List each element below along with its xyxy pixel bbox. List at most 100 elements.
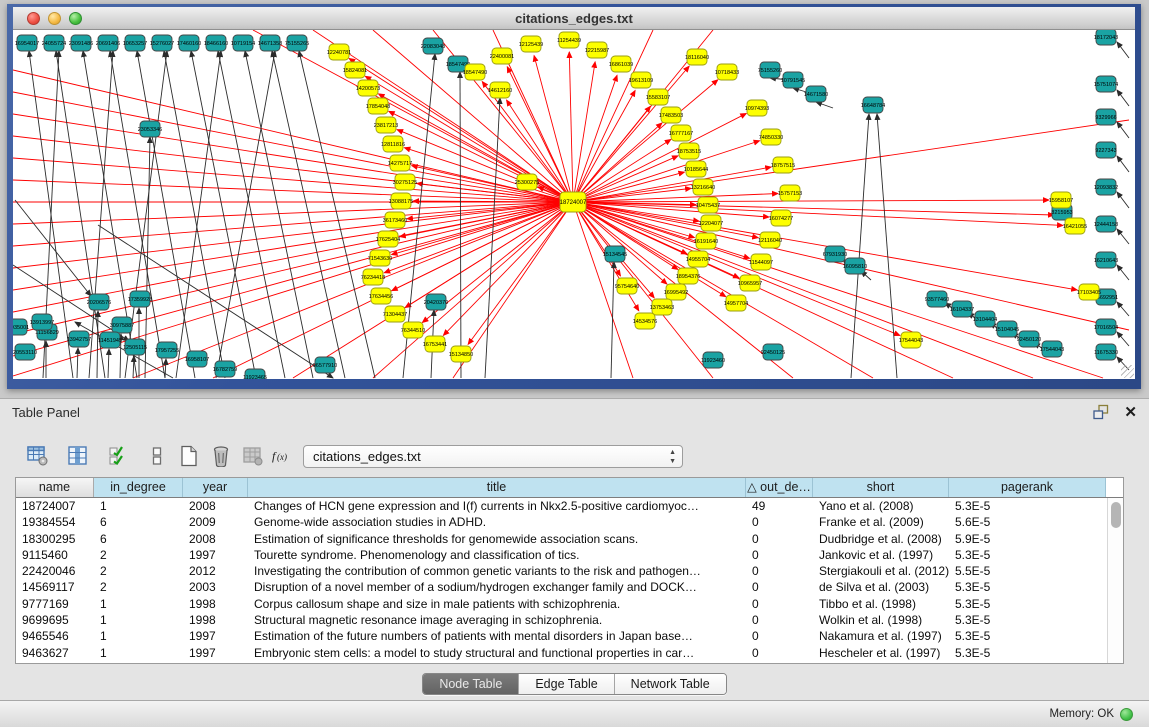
delete-table-icon[interactable]: [207, 442, 234, 469]
table-cell[interactable]: 1: [94, 498, 183, 514]
table-cell[interactable]: 2008: [183, 531, 248, 547]
table-cell[interactable]: Disruption of a novel member of a sodium…: [248, 579, 746, 595]
table-cell[interactable]: 1: [94, 596, 183, 612]
table-row[interactable]: 1872400712008Changes of HCN gene express…: [16, 498, 1123, 514]
new-table-icon[interactable]: [175, 442, 202, 469]
merge-rows-icon[interactable]: [143, 442, 170, 469]
table-cell[interactable]: Corpus callosum shape and size in male p…: [248, 596, 746, 612]
table-cell[interactable]: Stergiakouli et al. (2012): [813, 563, 949, 579]
table-cell[interactable]: Hescheler et al. (1997): [813, 645, 949, 661]
column-header-title[interactable]: title: [248, 478, 746, 497]
table-cell[interactable]: 0: [746, 514, 813, 530]
table-cell[interactable]: 0: [746, 628, 813, 644]
table-cell[interactable]: 2012: [183, 563, 248, 579]
table-cell[interactable]: 5.3E-5: [949, 628, 1106, 644]
table-cell[interactable]: Tourette syndrome. Phenomenology and cla…: [248, 547, 746, 563]
table-cell[interactable]: 2: [94, 563, 183, 579]
window-resize-grip[interactable]: [1121, 365, 1134, 378]
column-header-year[interactable]: year: [183, 478, 248, 497]
table-cell[interactable]: 19384554: [16, 514, 94, 530]
table-cell[interactable]: 2: [94, 579, 183, 595]
table-cell[interactable]: 6: [94, 514, 183, 530]
table-cell[interactable]: Franke et al. (2009): [813, 514, 949, 530]
table-cell[interactable]: 22420046: [16, 563, 94, 579]
table-cell[interactable]: 9465546: [16, 628, 94, 644]
table-cell[interactable]: 5.3E-5: [949, 645, 1106, 661]
table-cell[interactable]: Yano et al. (2008): [813, 498, 949, 514]
table-cell[interactable]: 5.9E-5: [949, 531, 1106, 547]
table-cell[interactable]: 1998: [183, 596, 248, 612]
table-row[interactable]: 1830029562008Estimation of significance …: [16, 531, 1123, 547]
table-cell[interactable]: 18300295: [16, 531, 94, 547]
table-cell[interactable]: 0: [746, 531, 813, 547]
table-cell[interactable]: 0: [746, 596, 813, 612]
table-cell[interactable]: 2003: [183, 579, 248, 595]
table-cell[interactable]: Embryonic stem cells: a model to study s…: [248, 645, 746, 661]
column-header-out_de[interactable]: △ out_de…: [746, 478, 813, 497]
table-cell[interactable]: 1: [94, 645, 183, 661]
table-cell[interactable]: 1998: [183, 612, 248, 628]
table-settings-icon[interactable]: [24, 442, 51, 469]
table-cell[interactable]: 18724007: [16, 498, 94, 514]
table-selector-dropdown[interactable]: citations_edges.txt ▲▼: [303, 445, 683, 468]
column-header-name[interactable]: name: [16, 478, 94, 497]
table-cell[interactable]: de Silva et al. (2003): [813, 579, 949, 595]
float-panel-icon[interactable]: [1092, 404, 1110, 420]
column-header-short[interactable]: short: [813, 478, 949, 497]
table-cell[interactable]: 2008: [183, 498, 248, 514]
function-builder-icon[interactable]: f(x): [269, 442, 296, 469]
table-cell[interactable]: 0: [746, 612, 813, 628]
table-cell[interactable]: 5.3E-5: [949, 612, 1106, 628]
table-row[interactable]: 1456911722003Disruption of a novel membe…: [16, 579, 1123, 595]
table-cell[interactable]: Dudbridge et al. (2008): [813, 531, 949, 547]
table-cell[interactable]: 1997: [183, 628, 248, 644]
network-graph[interactable]: 1695401724055724230914862069140610653257…: [13, 30, 1135, 379]
table-cell[interactable]: 0: [746, 579, 813, 595]
table-cell[interactable]: Genome-wide association studies in ADHD.: [248, 514, 746, 530]
table-cell[interactable]: 9463627: [16, 645, 94, 661]
table-cell[interactable]: 0: [746, 645, 813, 661]
window-titlebar[interactable]: citations_edges.txt: [13, 7, 1135, 30]
table-row[interactable]: 977716911998Corpus callosum shape and si…: [16, 596, 1123, 612]
table-cell[interactable]: 0: [746, 563, 813, 579]
network-canvas[interactable]: 1695401724055724230914862069140610653257…: [13, 30, 1135, 379]
table-cell[interactable]: Jankovic et al. (1997): [813, 547, 949, 563]
show-column-icon[interactable]: [64, 442, 91, 469]
table-cell[interactable]: 14569117: [16, 579, 94, 595]
table-cell[interactable]: 6: [94, 531, 183, 547]
table-cell[interactable]: Changes of HCN gene expression and I(f) …: [248, 498, 746, 514]
table-cell[interactable]: Estimation of the future numbers of pati…: [248, 628, 746, 644]
table-cell[interactable]: 5.5E-5: [949, 563, 1106, 579]
table-row[interactable]: 1938455462009Genome-wide association stu…: [16, 514, 1123, 530]
table-cell[interactable]: 5.3E-5: [949, 498, 1106, 514]
table-vertical-scrollbar[interactable]: [1107, 498, 1123, 663]
table-cell[interactable]: 9115460: [16, 547, 94, 563]
table-cell[interactable]: 9699695: [16, 612, 94, 628]
table-cell[interactable]: Tibbo et al. (1998): [813, 596, 949, 612]
table-cell[interactable]: Wolkin et al. (1998): [813, 612, 949, 628]
scrollbar-thumb[interactable]: [1111, 502, 1121, 528]
column-header-in_degree[interactable]: in_degree: [94, 478, 183, 497]
table-cell[interactable]: 1: [94, 612, 183, 628]
tab-edge-table[interactable]: Edge Table: [518, 674, 613, 694]
table-cell[interactable]: 5.3E-5: [949, 579, 1106, 595]
column-header-pagerank[interactable]: pagerank: [949, 478, 1106, 497]
table-cell[interactable]: Investigating the contribution of common…: [248, 563, 746, 579]
table-cell[interactable]: Estimation of significance thresholds fo…: [248, 531, 746, 547]
table-row[interactable]: 946362711997Embryonic stem cells: a mode…: [16, 645, 1123, 661]
table-cell[interactable]: 0: [746, 547, 813, 563]
tab-node-table[interactable]: Node Table: [423, 674, 518, 694]
table-cell[interactable]: 5.3E-5: [949, 547, 1106, 563]
table-cell[interactable]: 1997: [183, 645, 248, 661]
table-cell[interactable]: 5.6E-5: [949, 514, 1106, 530]
table-row[interactable]: 911546021997Tourette syndrome. Phenomeno…: [16, 547, 1123, 563]
table-cell[interactable]: 49: [746, 498, 813, 514]
close-panel-icon[interactable]: ✕: [1124, 405, 1137, 420]
table-row[interactable]: 946554611997Estimation of the future num…: [16, 628, 1123, 644]
table-cell[interactable]: 2009: [183, 514, 248, 530]
table-cell[interactable]: 9777169: [16, 596, 94, 612]
table-row[interactable]: 2242004622012Investigating the contribut…: [16, 563, 1123, 579]
table-cell[interactable]: Nakamura et al. (1997): [813, 628, 949, 644]
table-cell[interactable]: 5.3E-5: [949, 596, 1106, 612]
tab-network-table[interactable]: Network Table: [614, 674, 726, 694]
